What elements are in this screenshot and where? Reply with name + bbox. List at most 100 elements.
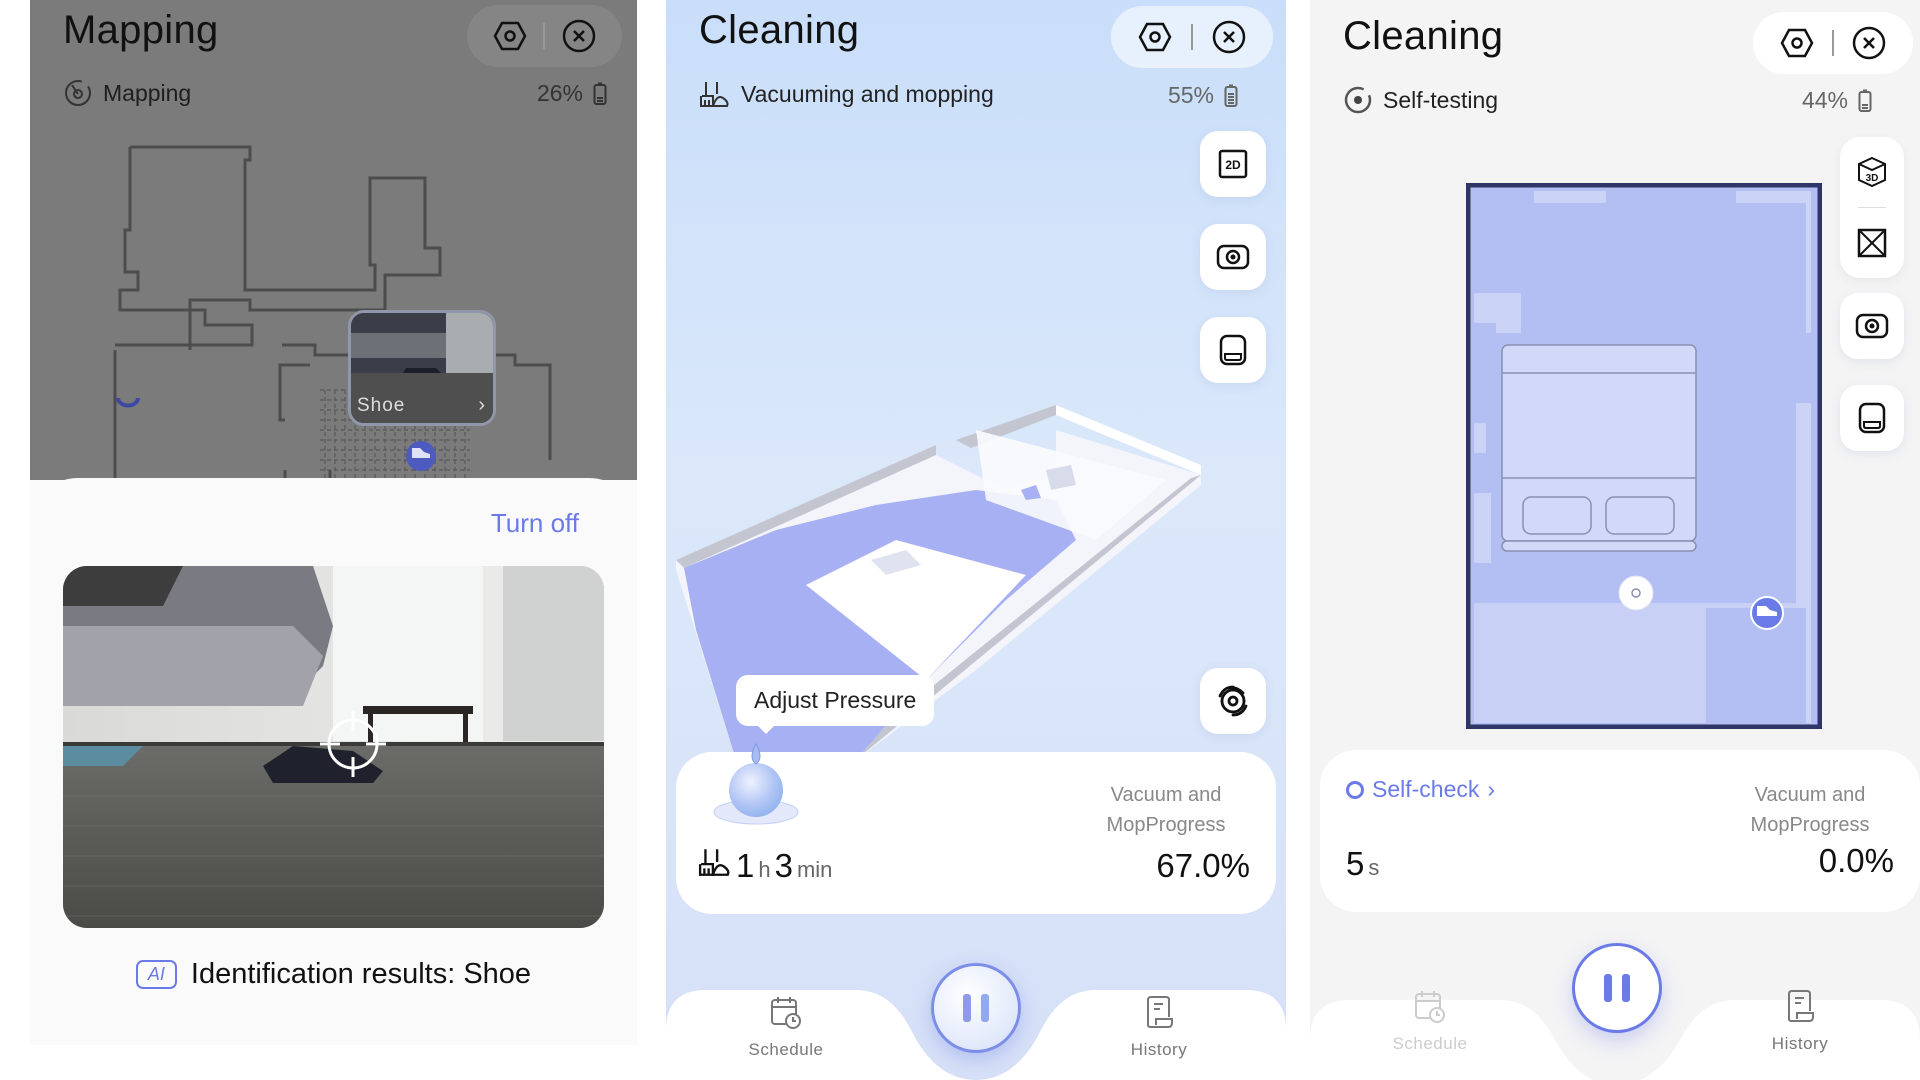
status-row: Mapping — [63, 78, 191, 108]
divider — [1832, 30, 1834, 56]
page-title: Cleaning — [1343, 14, 1504, 58]
svg-text:3D: 3D — [1866, 173, 1879, 184]
camera-icon — [1216, 244, 1250, 270]
svg-text:2D: 2D — [1225, 158, 1241, 172]
tab-schedule[interactable]: Schedule — [1360, 989, 1500, 1054]
page-title: Mapping — [63, 8, 219, 52]
identification-text: Identification results: Shoe — [190, 958, 532, 990]
close-circle-icon[interactable] — [1852, 26, 1886, 60]
camera-image — [63, 566, 604, 928]
battery-icon — [1224, 84, 1238, 107]
battery-percent: 55% — [1167, 82, 1214, 108]
pause-button[interactable] — [1572, 943, 1662, 1033]
divider — [1190, 24, 1193, 50]
self-check-link[interactable]: Self-check › — [1346, 776, 1495, 803]
bed-furniture — [1501, 344, 1697, 552]
tab-history[interactable]: History — [1089, 995, 1229, 1060]
settings-hex-icon[interactable] — [1780, 26, 1814, 60]
status-row: Self-testing — [1343, 85, 1498, 115]
header-actions — [1111, 6, 1273, 68]
chevron-right-icon: › — [478, 394, 485, 416]
suction-power-button[interactable] — [1200, 668, 1266, 734]
floor-plan-map — [113, 145, 552, 480]
adjust-pressure-tooltip[interactable]: Adjust Pressure — [736, 675, 935, 734]
mapping-icon — [65, 80, 91, 106]
bottom-tabbar: Schedule History — [666, 955, 1286, 1080]
history-icon — [1788, 990, 1814, 1022]
tab-history[interactable]: History — [1730, 989, 1870, 1054]
camera-button[interactable] — [1200, 224, 1266, 290]
dustbin-icon — [1858, 402, 1886, 434]
self-check-duration: 5 s — [1346, 845, 1380, 882]
mapping-panel: Shoe › Mapping Mapping 26% Turn off AI I… — [30, 0, 637, 1045]
robot-dock-icon — [1618, 575, 1654, 611]
bottom-tabbar: Schedule History — [1310, 943, 1920, 1080]
view-toggle-group: 3D — [1840, 137, 1904, 278]
self-check-card: Self-check › 5 s Vacuum and MopProgress … — [1320, 750, 1920, 912]
schedule-icon — [771, 997, 801, 1029]
suction-fan-icon — [1218, 685, 1248, 717]
vacuum-mop-icon — [698, 849, 730, 876]
battery-percent: 44% — [1801, 87, 1848, 113]
dustbin-button[interactable] — [1200, 317, 1266, 383]
no-go-zone-icon — [1857, 228, 1887, 258]
obstacle-label: Shoe — [357, 395, 406, 416]
page-title: Cleaning — [699, 8, 860, 52]
view-3d-icon: 3D — [1858, 156, 1886, 188]
shoe-marker-icon — [1750, 596, 1784, 630]
divider — [543, 23, 546, 49]
status-ring-icon — [1346, 780, 1364, 799]
self-test-icon — [1344, 86, 1372, 114]
status-text: Self-testing — [1383, 86, 1499, 113]
tab-schedule[interactable]: Schedule — [716, 995, 856, 1060]
camera-view — [63, 566, 604, 928]
shoe-marker-icon — [406, 441, 436, 471]
pause-button[interactable] — [931, 963, 1021, 1053]
pause-icon-bar — [981, 994, 989, 1022]
status-text: Vacuuming and mopping — [741, 80, 994, 107]
vacuum-mop-icon — [700, 82, 729, 107]
map-2d-view — [1466, 183, 1822, 729]
header-actions — [467, 5, 622, 67]
battery-percent: 26% — [536, 80, 583, 106]
chevron-right-icon: › — [1487, 776, 1496, 802]
cleaning-stats-card: 1 h 3 min Vacuum and MopProgress 67.0% — [676, 742, 1276, 914]
status-text: Mapping — [103, 79, 192, 106]
close-circle-icon[interactable] — [1212, 20, 1246, 54]
cleaning-panel-3d: Cleaning Vacuuming and mopping 55% 2D Ad… — [666, 0, 1286, 1080]
pause-icon-bar — [1604, 974, 1612, 1002]
cleaning-duration: 1 h 3 min — [698, 847, 832, 885]
settings-hex-icon[interactable] — [493, 19, 527, 53]
view-2d-icon: 2D — [1218, 149, 1248, 179]
history-icon — [1147, 996, 1173, 1028]
camera-button[interactable] — [1840, 293, 1904, 359]
pause-icon-bar — [1622, 974, 1630, 1002]
battery-icon — [1858, 89, 1872, 112]
ai-detection-sheet: Turn off AI Identification results: Shoe — [30, 478, 637, 1045]
progress-value: 0.0% — [1818, 842, 1894, 879]
view-2d-button[interactable]: 2D — [1200, 131, 1266, 197]
no-go-zone-button[interactable] — [1840, 208, 1904, 278]
close-circle-icon[interactable] — [562, 19, 596, 53]
battery-icon — [593, 82, 607, 105]
schedule-icon — [1415, 991, 1445, 1023]
battery-indicator: 26% — [537, 80, 607, 107]
dock-icon — [116, 397, 140, 408]
pause-icon-bar — [963, 994, 971, 1022]
identification-result: AI Identification results: Shoe — [30, 958, 637, 991]
camera-icon — [1855, 313, 1889, 339]
progress-label: Vacuum and MopProgress — [1750, 784, 1870, 836]
cleaning-panel-2d: Cleaning Self-testing 44% 3D Self-check … — [1310, 0, 1920, 1080]
progress-value: 67.0% — [1156, 847, 1250, 884]
turn-off-button[interactable]: Turn off — [491, 508, 579, 539]
obstacle-thumbnail[interactable]: Shoe › — [348, 310, 496, 426]
ai-badge: AI — [135, 960, 177, 989]
dustbin-button[interactable] — [1840, 385, 1904, 451]
header-actions — [1753, 12, 1913, 74]
battery-indicator: 55% — [1168, 82, 1238, 109]
status-row: Vacuuming and mopping — [699, 80, 994, 108]
settings-hex-icon[interactable] — [1138, 20, 1172, 54]
water-drop-icon[interactable] — [706, 732, 806, 832]
view-3d-button[interactable]: 3D — [1840, 137, 1904, 207]
battery-indicator: 44% — [1802, 87, 1872, 114]
